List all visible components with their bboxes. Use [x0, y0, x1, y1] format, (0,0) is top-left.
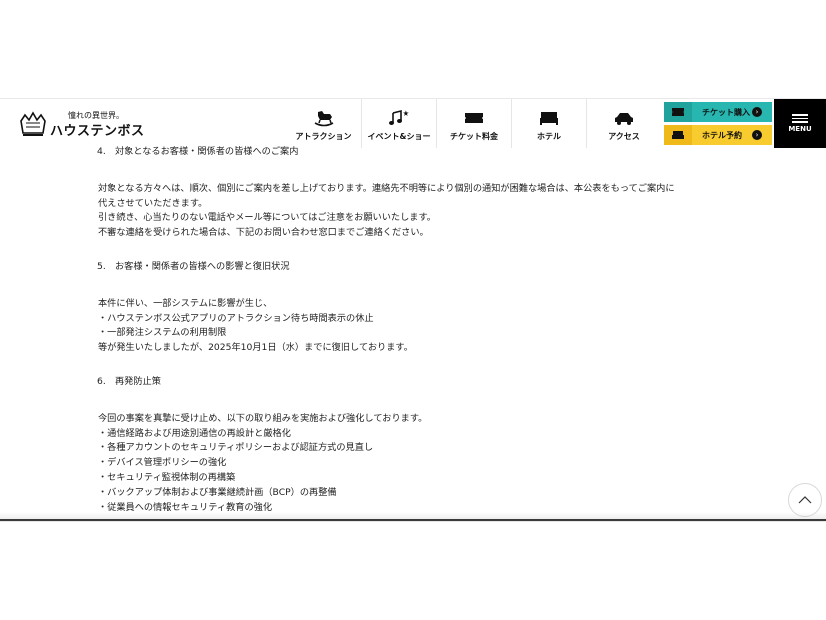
nav-item-label: アクセス: [608, 132, 640, 141]
paragraph-line: ・バックアップ体制および事業継続計画（BCP）の再整備: [98, 486, 337, 498]
paragraph-line: ・セキュリティ監視体制の再構築: [98, 471, 236, 483]
paragraph-line: 代えさせていただきます。: [98, 197, 208, 209]
paragraph-line: ・ハウステンボス公式アプリのアトラクション待ち時間表示の休止: [98, 312, 374, 324]
paragraph-line: ・通信経路および用途別通信の再設計と厳格化: [98, 427, 291, 439]
hamburger-icon: [792, 114, 808, 123]
paragraph-line: 本件に伴い、一部システムに影響が生じ、: [98, 297, 273, 309]
book-hotel-button[interactable]: ホテル予約 ›: [664, 125, 772, 145]
page-viewport: 憧れの異世界。 ハウステンボス アトラクション イベント&ショー チケット料金 …: [0, 98, 826, 521]
paragraph-line: 対象となる方々へは、順次、個別にご案内を差し上げております。連絡先不明等により個…: [98, 182, 675, 194]
site-header: 憧れの異世界。 ハウステンボス アトラクション イベント&ショー チケット料金 …: [0, 99, 826, 148]
nav-item-label: チケット料金: [450, 132, 498, 141]
nav-item-label: アトラクション: [295, 132, 352, 141]
menu-button[interactable]: MENU: [774, 99, 826, 148]
paragraph-line: 等が発生いたしましたが、2025年10月1日（水）までに復旧しております。: [98, 342, 413, 354]
ticket-icon: [664, 102, 692, 122]
menu-label: MENU: [788, 125, 812, 133]
nav-item-label: イベント&ショー: [367, 132, 431, 141]
arrow-right-icon: ›: [752, 107, 762, 117]
bed-icon: [540, 112, 558, 125]
car-icon: [615, 113, 633, 125]
ticket-icon: [465, 113, 483, 123]
site-logo[interactable]: 憧れの異世界。 ハウステンボス: [18, 109, 144, 141]
chevron-up-icon: [798, 496, 812, 504]
paragraph-line: 今回の事案を真摯に受け止め、以下の取り組みを実施および強化しております。: [98, 412, 428, 424]
paragraph-line: ・各種アカウントのセキュリティポリシーおよび認証方式の見直し: [98, 442, 374, 454]
paragraph-line: ・デバイス管理ポリシーの強化: [98, 457, 227, 469]
buy-ticket-button[interactable]: チケット購入 ›: [664, 102, 772, 122]
bed-icon: [664, 125, 692, 145]
nav-item-label: ホテル: [537, 132, 561, 141]
buy-ticket-label: チケット購入: [702, 107, 750, 117]
paragraph-line: 引き続き、心当たりのない電話やメール等についてはご注意をお願いいたします。: [98, 212, 436, 224]
main-nav: アトラクション イベント&ショー チケット料金 ホテル アクセス: [286, 99, 661, 148]
section-6-heading: 6. 再発防止策: [97, 375, 161, 387]
section-4-heading: 4. 対象となるお客様・関係者の皆様へのご案内: [97, 146, 299, 157]
nav-item-hotel[interactable]: ホテル: [511, 99, 586, 148]
paragraph-line: ・一部発注システムの利用制限: [98, 327, 227, 339]
book-hotel-label: ホテル予約: [702, 130, 742, 140]
arrow-right-icon: ›: [752, 130, 762, 140]
nav-item-events[interactable]: イベント&ショー: [361, 99, 436, 148]
nav-item-tickets[interactable]: チケット料金: [436, 99, 511, 148]
section-5-heading: 5. お客様・関係者の皆様への影響と復旧状況: [97, 260, 290, 272]
article-content: 4. 対象となるお客様・関係者の皆様へのご案内 対象となる方々へは、順次、個別に…: [97, 145, 698, 515]
music-notes-icon: [389, 109, 409, 125]
logo-brand: ハウステンボス: [50, 124, 145, 139]
paragraph-line: 不審な連絡を受けられた場合は、下記のお問い合わせ窓口までご連絡ください。: [98, 227, 429, 239]
nav-item-access[interactable]: アクセス: [586, 99, 661, 148]
crown-crest-icon: [20, 111, 46, 136]
bottom-border: [0, 519, 826, 521]
rocking-horse-icon: [314, 111, 333, 127]
nav-item-attractions[interactable]: アトラクション: [286, 99, 361, 148]
